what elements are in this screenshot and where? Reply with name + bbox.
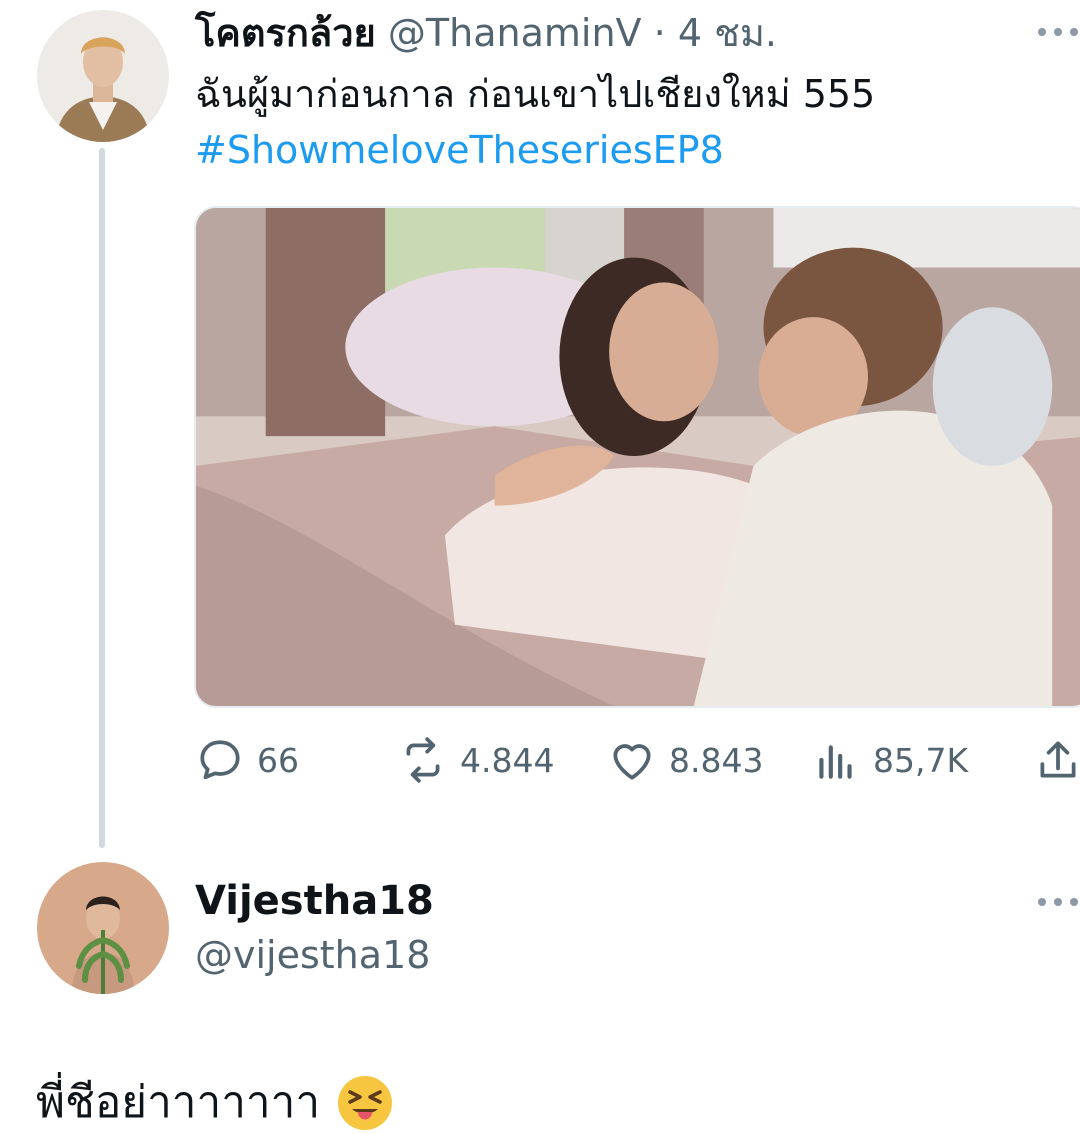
like-button[interactable]: 8.843 [607, 732, 763, 788]
retweet-icon [406, 737, 440, 783]
thread-connector-line [99, 148, 105, 848]
heart-icon [613, 744, 651, 780]
reply-count: 66 [257, 740, 299, 780]
hashtag-link[interactable]: #ShowmeloveTheseriesEP8 [195, 126, 724, 174]
share-button[interactable] [1033, 732, 1080, 788]
reply-text: พี่ชีอย่าาาาาาา [36, 1074, 394, 1132]
tweet-header: โคตรกล้วย @ThanaminV · 4 ชม. [195, 10, 777, 56]
reply-icon [200, 740, 240, 780]
tweet-timestamp[interactable]: 4 ชม. [678, 11, 777, 55]
views-chart-icon [819, 745, 852, 779]
reply-author-handle[interactable]: @vijestha18 [195, 930, 430, 980]
more-options-icon[interactable] [1036, 24, 1080, 38]
views-button[interactable]: 85,7K [811, 732, 968, 788]
reply-button[interactable]: 66 [195, 732, 299, 788]
author-handle[interactable]: @ThanaminV [388, 11, 642, 55]
retweet-button[interactable]: 4.844 [398, 732, 554, 788]
reply-author-display-name[interactable]: Vijestha18 [195, 876, 434, 926]
profile-avatar-icon [37, 862, 169, 994]
views-count: 85,7K [873, 740, 969, 780]
author-avatar[interactable] [37, 10, 169, 142]
retweet-count: 4.844 [460, 740, 555, 780]
like-count: 8.843 [669, 740, 764, 780]
reply-author-avatar[interactable] [37, 862, 169, 994]
header-separator: · [653, 11, 666, 55]
reply-more-options-icon[interactable] [1036, 894, 1080, 908]
reply-text-content: พี่ชีอย่าาาาาาา [36, 1077, 321, 1128]
tweet-media-image[interactable] [194, 206, 1080, 708]
share-icon [1040, 741, 1076, 778]
squinting-tongue-emoji-icon [336, 1074, 394, 1132]
author-display-name[interactable]: โคตรกล้วย [195, 11, 376, 55]
profile-avatar-icon [37, 10, 169, 142]
tweet-text: ฉันผู้มาก่อนกาล ก่อนเขาไปเชียงใหม่ 555 [195, 72, 876, 116]
